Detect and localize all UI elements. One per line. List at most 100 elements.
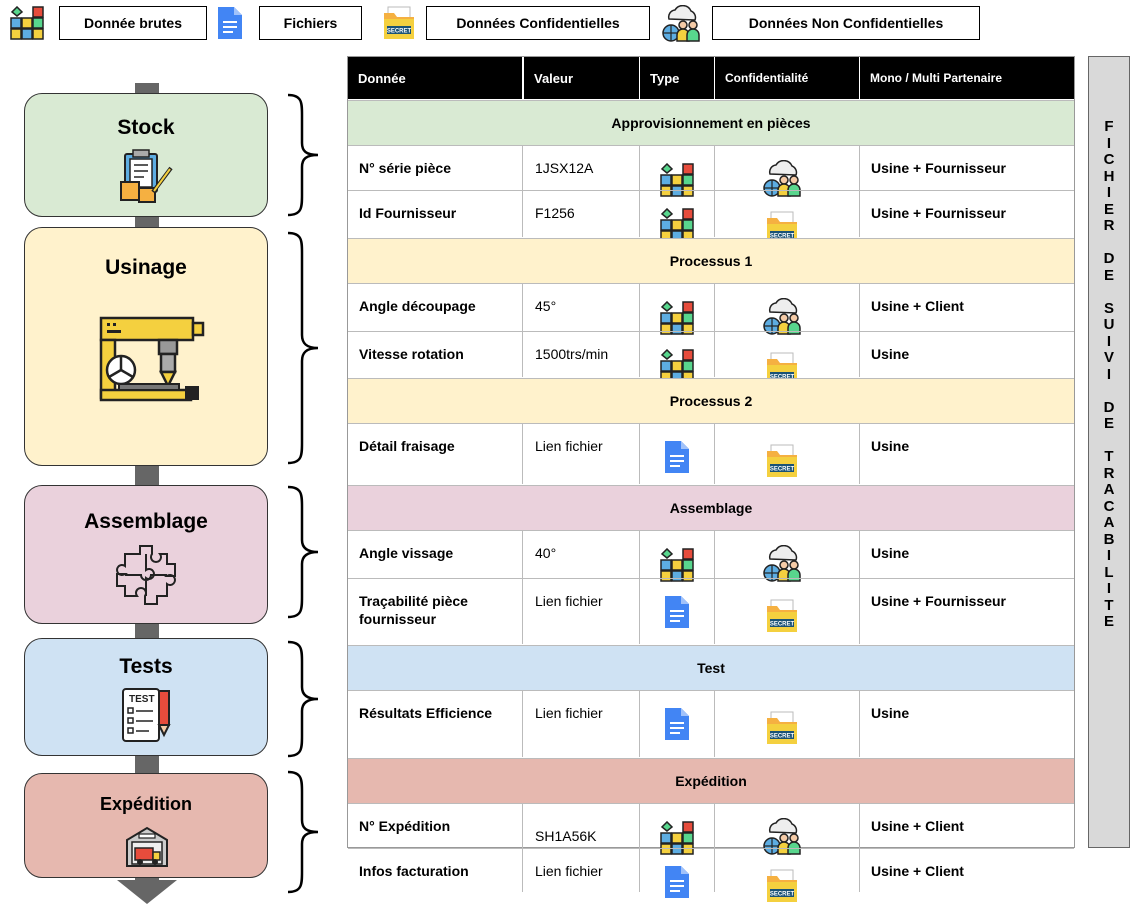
- table-cell-partenaire: Usine + Fournisseur: [871, 160, 1006, 176]
- column-divider: [859, 690, 860, 757]
- table-cell-partenaire: Usine + Client: [871, 818, 964, 834]
- table-cell-partenaire: Usine + Client: [871, 863, 964, 879]
- section-header: Expédition: [348, 758, 1074, 803]
- flow-arrow-head: [117, 880, 177, 904]
- column-divider: [639, 190, 640, 237]
- stage-stock: Stock: [24, 93, 268, 217]
- secret-folder-icon: SECRET: [765, 868, 799, 909]
- legend-nonconfidential-label: Données Non Confidentielles: [712, 6, 980, 40]
- column-divider: [522, 848, 523, 892]
- network-people-icon: [661, 4, 701, 43]
- table-cell-valeur: Lien fichier: [535, 705, 603, 721]
- data-blocks-icon: [660, 162, 694, 202]
- brace-assemblage: [287, 485, 319, 619]
- column-divider: [522, 331, 523, 377]
- brace-tests: [287, 640, 319, 758]
- table-cell-partenaire: Usine + Client: [871, 298, 964, 314]
- stage-title: Tests: [119, 655, 173, 678]
- network-people-icon: [762, 544, 802, 588]
- column-divider: [714, 803, 715, 848]
- column-divider: [859, 803, 860, 848]
- secret-folder-icon: SECRET: [382, 5, 416, 41]
- row-divider: [348, 283, 1074, 284]
- secret-folder-icon: SECRET: [765, 443, 799, 484]
- column-divider: [859, 331, 860, 377]
- table-cell-donnee: Vitesse rotation: [359, 346, 464, 362]
- data-blocks-icon: [660, 300, 694, 340]
- table-cell-donnee: Id Fournisseur: [359, 205, 457, 221]
- header-partenaire: Mono / Multi Partenaire: [859, 57, 1074, 99]
- brace-stock: [287, 93, 319, 217]
- column-divider: [714, 848, 715, 892]
- brace-expedition: [287, 770, 319, 894]
- sidebar-title: F I C H I E R D E S U I V I D E T R A C …: [1103, 118, 1115, 630]
- table-cell-valeur: 40°: [535, 545, 557, 561]
- table-cell-valeur: F1256: [535, 205, 575, 221]
- column-divider: [859, 423, 860, 484]
- column-divider: [522, 283, 523, 331]
- column-divider: [639, 423, 640, 484]
- data-blocks-icon: [10, 5, 44, 40]
- column-divider: [714, 423, 715, 484]
- table-cell-partenaire: Usine + Fournisseur: [871, 593, 1006, 609]
- svg-text:SECRET: SECRET: [770, 467, 795, 473]
- clipboard-boxes-icon: [120, 149, 173, 203]
- legend-confidential-label: Données Confidentielles: [426, 6, 650, 40]
- column-divider: [859, 578, 860, 644]
- data-blocks-icon: [660, 547, 694, 587]
- section-header: Processus 1: [348, 238, 1074, 283]
- table-cell-donnee: Infos facturation: [359, 863, 469, 879]
- table-cell-partenaire: Usine: [871, 705, 910, 721]
- svg-text:SECRET: SECRET: [770, 622, 795, 628]
- column-divider: [522, 803, 523, 848]
- column-divider: [639, 690, 640, 757]
- table-cell-partenaire: Usine: [871, 346, 910, 362]
- section-header: Test: [348, 645, 1074, 690]
- header-valeur: Valeur: [523, 57, 639, 99]
- document-icon: [216, 5, 244, 41]
- document-icon: [663, 594, 691, 635]
- row-divider: [348, 145, 1074, 146]
- tracking-file-sidebar: F I C H I E R D E S U I V I D E T R A C …: [1088, 56, 1130, 848]
- section-header: Assemblage: [348, 485, 1074, 530]
- table-cell-donnee: Angle vissage: [359, 545, 454, 561]
- row-divider: [348, 690, 1074, 691]
- column-divider: [714, 690, 715, 757]
- column-divider: [859, 530, 860, 578]
- legend-files-label: Fichiers: [259, 6, 362, 40]
- network-people-icon: [762, 817, 802, 861]
- document-icon: [663, 439, 691, 480]
- column-divider: [859, 848, 860, 892]
- network-people-icon: [762, 159, 802, 203]
- document-icon: [663, 706, 691, 747]
- row-divider: [348, 530, 1074, 531]
- column-divider: [639, 331, 640, 377]
- table-cell-valeur: 1JSX12A: [535, 160, 594, 176]
- table-cell-donnee: N° série pièce: [359, 160, 451, 176]
- column-divider: [859, 145, 860, 190]
- column-divider: [714, 530, 715, 578]
- column-divider: [714, 145, 715, 190]
- table-cell-partenaire: Usine + Fournisseur: [871, 205, 1006, 221]
- svg-text:SECRET: SECRET: [770, 892, 795, 898]
- table-cell-donnee: Traçabilité pièce fournisseur: [359, 593, 468, 627]
- table-cell-donnee: Résultats Efficience: [359, 705, 493, 721]
- svg-text:SECRET: SECRET: [770, 734, 795, 740]
- column-divider: [714, 283, 715, 331]
- stage-title: Expédition: [99, 794, 192, 814]
- column-divider: [522, 530, 523, 578]
- legend-raw-label: Donnée brutes: [59, 6, 207, 40]
- stage-title: Assemblage: [84, 510, 208, 533]
- brace-usinage: [287, 231, 319, 465]
- table-cell-donnee: N° Expédition: [359, 818, 451, 834]
- table-cell-donnee: Angle découpage: [359, 298, 476, 314]
- column-divider: [639, 145, 640, 190]
- stage-usinage: Usinage: [24, 227, 268, 466]
- column-divider: [639, 803, 640, 848]
- puzzle-gear-icon: [116, 545, 176, 605]
- stage-expedition: Expédition: [24, 773, 268, 878]
- table-cell-valeur: Lien fichier: [535, 438, 603, 454]
- header-type: Type: [639, 57, 714, 99]
- column-divider: [522, 145, 523, 190]
- column-divider: [639, 848, 640, 892]
